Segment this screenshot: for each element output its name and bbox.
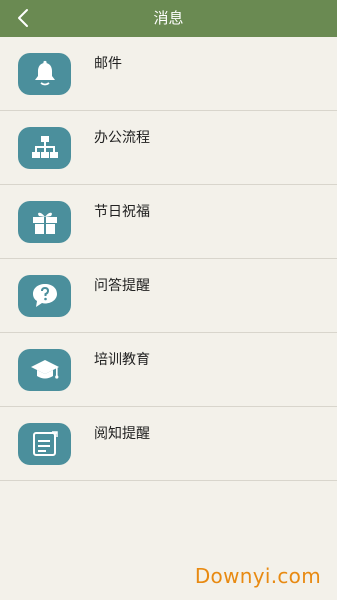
list-item-read-reminder[interactable]: 阅知提醒 [0, 407, 337, 481]
list-item-label: 邮件 [94, 56, 122, 72]
list-item-qa-reminder[interactable]: 问答提醒 [0, 259, 337, 333]
list-item-label: 阅知提醒 [94, 426, 150, 442]
message-category-list: 邮件 办公流程 节日祝福 问答提醒 培训教育 阅知提醒 [0, 37, 337, 481]
gift-icon [32, 212, 57, 234]
training-education-icon-tile [18, 349, 71, 391]
watermark: Downyi.com [194, 564, 321, 588]
list-item-holiday-greetings[interactable]: 节日祝福 [0, 185, 337, 259]
question-bubble-icon [32, 284, 57, 307]
list-item-training-education[interactable]: 培训教育 [0, 333, 337, 407]
list-item-label: 问答提醒 [94, 278, 150, 294]
graduation-cap-icon [30, 360, 59, 379]
office-process-icon-tile [18, 127, 71, 169]
holiday-greetings-icon-tile [18, 201, 71, 243]
list-item-label: 培训教育 [94, 352, 150, 368]
read-reminder-icon-tile [18, 423, 71, 465]
qa-reminder-icon-tile [18, 275, 71, 317]
list-item-label: 办公流程 [94, 130, 150, 146]
document-edit-icon [32, 431, 58, 456]
list-item-label: 节日祝福 [94, 204, 150, 220]
list-item-mail[interactable]: 邮件 [0, 37, 337, 111]
top-bar: 消息 [0, 0, 337, 37]
org-chart-icon [31, 136, 58, 158]
mail-icon-tile [18, 53, 71, 95]
list-item-office-process[interactable]: 办公流程 [0, 111, 337, 185]
page-title: 消息 [153, 9, 184, 27]
bell-icon [34, 60, 55, 86]
